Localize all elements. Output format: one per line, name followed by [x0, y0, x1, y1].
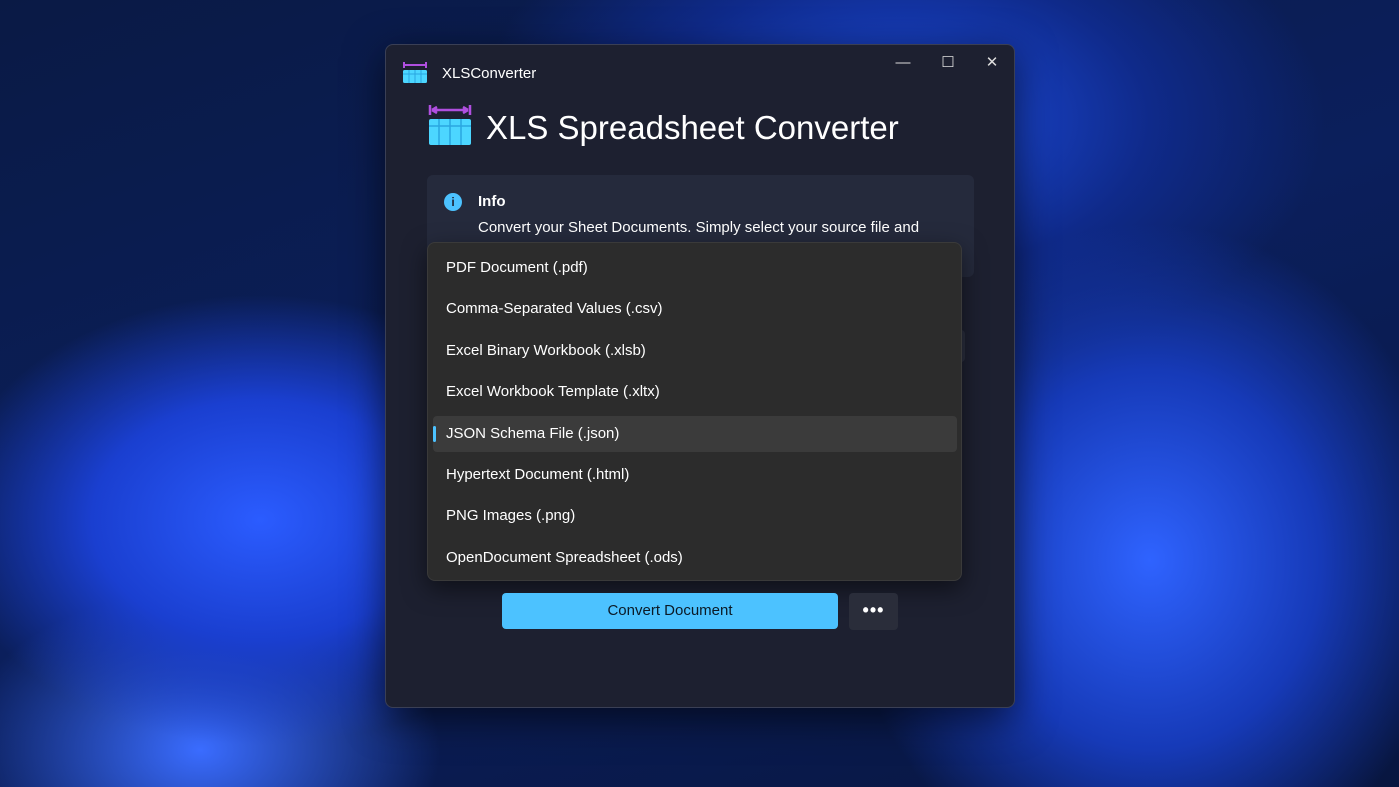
- spreadsheet-icon: [402, 60, 428, 84]
- close-button[interactable]: ✕: [970, 49, 1014, 77]
- dropdown-option[interactable]: JSON Schema File (.json): [433, 416, 957, 452]
- app-window: XLSConverter — ☐ ✕ XLS Spreadsheet Conve…: [385, 44, 1015, 708]
- dropdown-option[interactable]: Hypertext Document (.html): [433, 457, 957, 493]
- dropdown-option[interactable]: Comma-Separated Values (.csv): [433, 291, 957, 327]
- dropdown-option[interactable]: Excel Binary Workbook (.xlsb): [433, 333, 957, 369]
- title-bar[interactable]: XLSConverter — ☐ ✕: [386, 45, 1014, 101]
- info-title: Info: [478, 193, 506, 210]
- dropdown-option[interactable]: Excel Workbook Template (.xltx): [433, 374, 957, 410]
- window-title: XLSConverter: [442, 65, 536, 82]
- dropdown-option[interactable]: OpenDocument Spreadsheet (.ods): [433, 540, 957, 576]
- more-options-button[interactable]: •••: [849, 593, 898, 630]
- maximize-button[interactable]: ☐: [926, 49, 970, 77]
- convert-document-button[interactable]: Convert Document: [502, 593, 838, 629]
- format-dropdown-list: PDF Document (.pdf) Comma-Separated Value…: [427, 242, 962, 581]
- info-icon: i: [444, 193, 462, 211]
- dropdown-option[interactable]: PDF Document (.pdf): [433, 250, 957, 286]
- info-message: Convert your Sheet Documents. Simply sel…: [478, 219, 919, 236]
- app-logo-icon: [428, 103, 472, 147]
- page-title: XLS Spreadsheet Converter: [486, 109, 899, 147]
- dropdown-option[interactable]: PNG Images (.png): [433, 498, 957, 534]
- minimize-button[interactable]: —: [881, 49, 925, 77]
